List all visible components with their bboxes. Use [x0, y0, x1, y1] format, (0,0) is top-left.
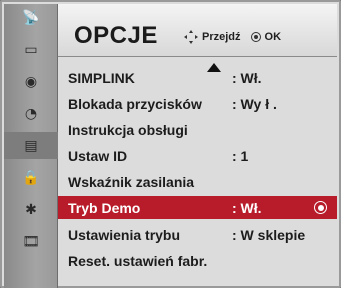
- sidebar-item-bluetooth[interactable]: ✱: [4, 196, 58, 223]
- menu-item-label: Instrukcja obsługi: [68, 121, 188, 138]
- clock-icon: ◔: [24, 105, 38, 122]
- sidebar-item-audio[interactable]: ◉: [4, 68, 58, 95]
- menu-header: OPCJE Przejdź OK: [58, 4, 337, 57]
- menu-item-key-lock[interactable]: Blokada przycisków : Wy ł .: [58, 92, 337, 115]
- tv-osd-window: 📡 ▭ ◉ ◔ ▤ 🔒 ✱ 🎞 OPCJE Przejdź OK SIMPLIN…: [0, 0, 341, 288]
- category-sidebar: 📡 ▭ ◉ ◔ ▤ 🔒 ✱ 🎞: [4, 4, 58, 288]
- menu-item-manual[interactable]: Instrukcja obsługi: [58, 118, 337, 141]
- menu-item-power-indicator[interactable]: Wskaźnik zasilania: [58, 170, 337, 193]
- satellite-dish-icon: 📡: [22, 9, 40, 26]
- lock-icon: 🔒: [22, 169, 40, 186]
- menu-item-label: Reset. ustawień fabr.: [68, 252, 208, 269]
- sidebar-item-channel[interactable]: 📡: [4, 4, 58, 31]
- sidebar-item-media[interactable]: 🎞: [4, 228, 58, 255]
- menu-item-label: Wskaźnik zasilania: [68, 173, 195, 190]
- media-film-icon: 🎞: [22, 233, 40, 250]
- radio-selected-icon: [314, 201, 327, 214]
- page-title: OPCJE: [74, 22, 158, 49]
- hint-move-label: Przejdź: [202, 31, 241, 43]
- sidebar-item-time[interactable]: ◔: [4, 100, 58, 127]
- menu-item-label: SIMPLINK: [68, 69, 135, 86]
- menu-item-value: : Wł.: [232, 199, 262, 216]
- sidebar-item-lock[interactable]: 🔒: [4, 164, 58, 191]
- menu-item-simplink[interactable]: SIMPLINK : Wł.: [58, 66, 337, 89]
- bluetooth-icon: ✱: [25, 201, 37, 218]
- menu-item-label: Blokada przycisków: [68, 95, 202, 112]
- ok-button-icon: [250, 32, 261, 42]
- menu-item-label: Ustaw ID: [68, 147, 128, 164]
- menu-item-mode-setting[interactable]: Ustawienia trybu : W sklepie: [58, 223, 337, 246]
- menu-item-demo-mode[interactable]: Tryb Demo : Wł.: [58, 196, 337, 219]
- menu-item-value: : Wy ł .: [232, 95, 277, 112]
- menu-item-value: : 1: [232, 147, 249, 164]
- options-toolbox-icon: ▤: [24, 137, 38, 154]
- sidebar-item-options[interactable]: ▤: [4, 132, 58, 159]
- menu-item-label: Tryb Demo: [68, 199, 141, 216]
- menu-item-value: : Wł.: [232, 69, 262, 86]
- audio-speaker-icon: ◉: [24, 73, 38, 90]
- picture-monitor-icon: ▭: [24, 41, 38, 58]
- navigate-arrows-icon: [184, 30, 198, 44]
- navigation-hint: Przejdź OK: [184, 30, 281, 44]
- sidebar-item-picture[interactable]: ▭: [4, 36, 58, 63]
- menu-item-label: Ustawienia trybu: [68, 226, 181, 243]
- menu-item-set-id[interactable]: Ustaw ID : 1: [58, 144, 337, 167]
- hint-ok-label: OK: [264, 31, 282, 43]
- menu-item-factory-reset[interactable]: Reset. ustawień fabr.: [58, 249, 337, 272]
- menu-item-value: : W sklepie: [232, 226, 306, 243]
